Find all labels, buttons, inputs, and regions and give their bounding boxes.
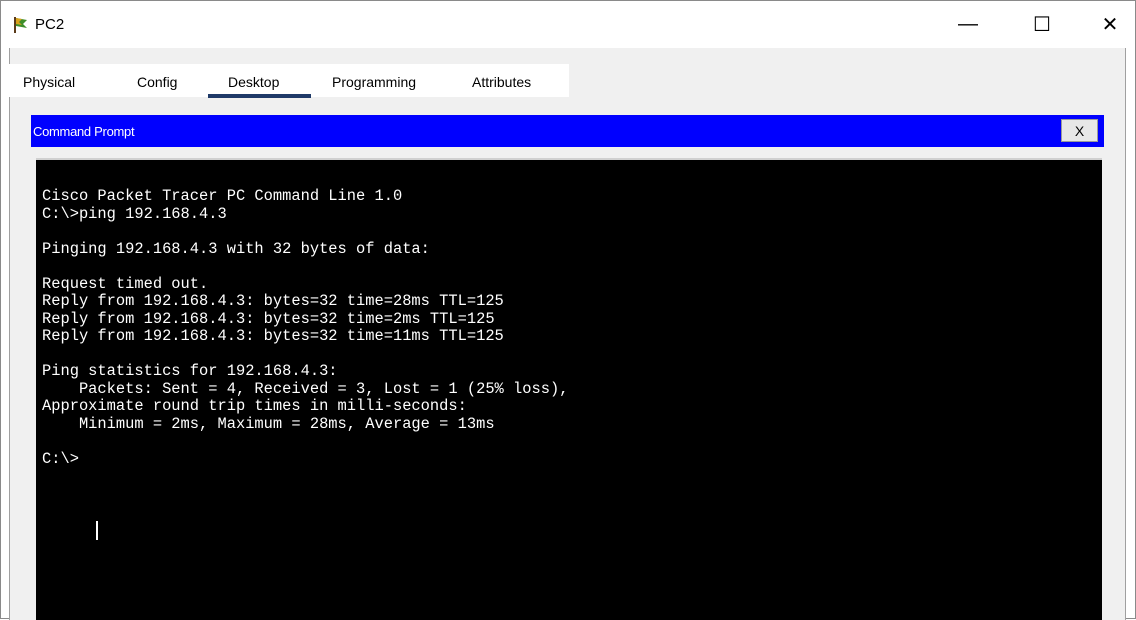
tab-programming[interactable]: Programming — [332, 74, 416, 90]
terminal-line: Cisco Packet Tracer PC Command Line 1.0 — [42, 187, 403, 205]
window-title: PC2 — [35, 16, 65, 33]
title-bar[interactable]: PC2 — ☐ ✕ — [1, 1, 1135, 47]
terminal-line: Packets: Sent = 4, Received = 3, Lost = … — [42, 379, 569, 398]
minimize-icon: — — [958, 12, 978, 35]
terminal-output[interactable]: Cisco Packet Tracer PC Command Line 1.0 … — [36, 158, 1102, 620]
tab-physical[interactable]: Physical — [23, 74, 75, 90]
close-icon: X — [1074, 122, 1085, 139]
tab-strip: Physical Config Desktop Programming Attr… — [9, 64, 569, 97]
maximize-button[interactable]: ☐ — [1019, 1, 1065, 47]
terminal-line: Pinging 192.168.4.3 with 32 bytes of dat… — [42, 239, 430, 258]
terminal-line: Ping statistics for 192.168.4.3: — [42, 362, 338, 380]
terminal-line: Request timed out. — [42, 274, 209, 293]
close-button[interactable]: ✕ — [1087, 1, 1133, 47]
text-cursor — [96, 521, 98, 540]
pc2-window: PC2 — ☐ ✕ Physical Config Desktop Progra… — [0, 0, 1136, 620]
tab-attributes[interactable]: Attributes — [472, 74, 531, 90]
command-prompt-title: Command Prompt — [33, 124, 135, 139]
command-prompt-close-button[interactable]: X — [1061, 119, 1098, 142]
command-prompt-header: Command Prompt X — [31, 115, 1104, 147]
close-icon: ✕ — [1101, 13, 1119, 36]
terminal-line: Approximate round trip times in milli-se… — [42, 397, 467, 415]
terminal-line: Reply from 192.168.4.3: bytes=32 time=11… — [42, 327, 504, 345]
terminal-line: Minimum = 2ms, Maximum = 28ms, Average =… — [42, 414, 495, 433]
terminal-line: Reply from 192.168.4.3: bytes=32 time=28… — [42, 292, 504, 310]
minimize-button[interactable]: — — [945, 1, 991, 47]
packet-tracer-pc-icon — [14, 17, 27, 33]
terminal-line: C:\>ping 192.168.4.3 — [42, 204, 227, 223]
tab-desktop[interactable]: Desktop — [228, 74, 279, 90]
terminal-line: C:\> — [42, 449, 79, 468]
active-tab-indicator — [208, 94, 311, 98]
terminal-text: Cisco Packet Tracer PC Command Line 1.0 … — [42, 187, 569, 468]
tab-config[interactable]: Config — [137, 74, 177, 90]
terminal-line: Reply from 192.168.4.3: bytes=32 time=2m… — [42, 309, 495, 328]
maximize-icon: ☐ — [1033, 13, 1051, 36]
